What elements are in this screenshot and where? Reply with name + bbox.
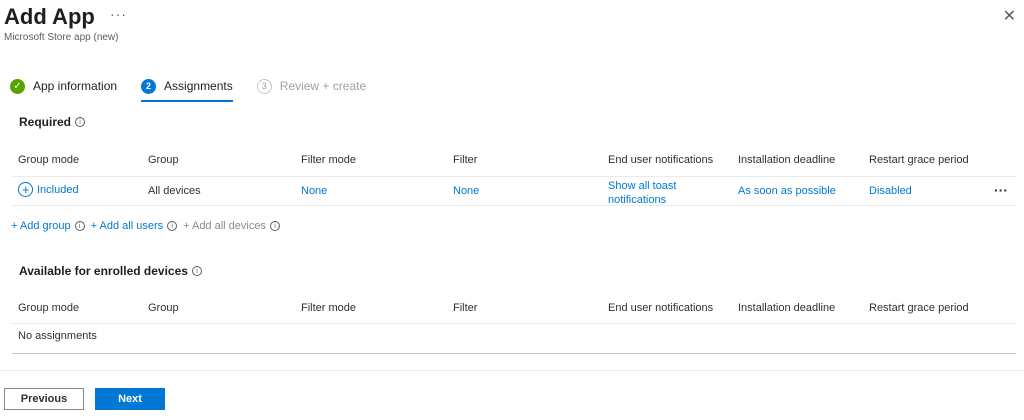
footer-divider (0, 370, 1024, 371)
divider (12, 323, 1016, 324)
info-icon[interactable]: i (74, 221, 85, 231)
add-circle-icon: + (18, 182, 33, 197)
column-header[interactable]: End user notifications (608, 154, 713, 166)
column-header[interactable]: Group (148, 154, 179, 166)
filter-value[interactable]: None (453, 185, 479, 197)
notifications-value[interactable]: Show all toast notifications (608, 179, 676, 207)
page-title: Add App (4, 4, 95, 29)
close-icon[interactable]: ✕ (1003, 6, 1016, 26)
info-icon[interactable]: i (269, 221, 280, 231)
step-number-icon: 2 (141, 78, 157, 94)
divider (12, 353, 1016, 354)
column-header[interactable]: Installation deadline (738, 154, 835, 166)
add-group-link[interactable]: + Add group i (11, 220, 85, 232)
column-header[interactable]: Restart grace period (869, 154, 969, 166)
divider (12, 176, 1016, 177)
add-all-users-link[interactable]: + Add all users i (91, 220, 178, 232)
wizard-steps: ✓ App information 2 Assignments 3 Review… (10, 76, 390, 106)
column-header[interactable]: Filter mode (301, 154, 356, 166)
deadline-value[interactable]: As soon as possible (738, 185, 836, 197)
previous-button[interactable]: Previous (4, 388, 84, 410)
restart-value[interactable]: Disabled (869, 185, 912, 197)
step-number-icon: 3 (256, 78, 272, 94)
step-label: Assignments (164, 79, 233, 93)
add-links-bar: + Add group i + Add all users i + Add al… (11, 220, 286, 232)
column-header[interactable]: Installation deadline (738, 302, 835, 314)
group-mode-included[interactable]: + Included (18, 182, 79, 197)
column-header[interactable]: Filter (453, 154, 477, 166)
step-app-information[interactable]: ✓ App information (10, 76, 117, 96)
page-subtitle: Microsoft Store app (new) (4, 32, 119, 43)
info-icon[interactable]: i (167, 221, 178, 231)
info-icon[interactable]: i (75, 117, 86, 127)
column-header[interactable]: Filter mode (301, 302, 356, 314)
filter-mode-value[interactable]: None (301, 185, 327, 197)
group-mode-value: Included (37, 183, 79, 196)
group-value: All devices (148, 185, 201, 197)
step-label: App information (33, 79, 118, 93)
step-review-create[interactable]: 3 Review + create (256, 76, 367, 96)
next-button[interactable]: Next (95, 388, 165, 410)
info-icon[interactable]: i (191, 266, 202, 276)
empty-message: No assignments (18, 330, 97, 342)
column-header[interactable]: End user notifications (608, 302, 713, 314)
column-header[interactable]: Restart grace period (869, 302, 969, 314)
add-all-devices-link: + Add all devices i (183, 220, 280, 232)
more-options-icon[interactable]: ··· (110, 6, 127, 22)
column-header[interactable]: Group mode (18, 154, 79, 166)
column-header[interactable]: Filter (453, 302, 477, 314)
divider (12, 205, 1016, 206)
step-label: Review + create (279, 79, 367, 93)
section-title-text: Required (19, 115, 72, 129)
column-header[interactable]: Group (148, 302, 179, 314)
row-more-icon[interactable]: ··· (994, 182, 1008, 198)
available-section-title: Available for enrolled devices i (19, 264, 202, 278)
table-row: + Included All devices None None Show al… (12, 180, 1016, 206)
step-assignments[interactable]: 2 Assignments (141, 76, 233, 102)
column-header[interactable]: Group mode (18, 302, 79, 314)
section-title-text: Available for enrolled devices (19, 264, 188, 278)
check-circle-icon: ✓ (10, 78, 25, 94)
required-section-title: Required i (19, 115, 86, 129)
